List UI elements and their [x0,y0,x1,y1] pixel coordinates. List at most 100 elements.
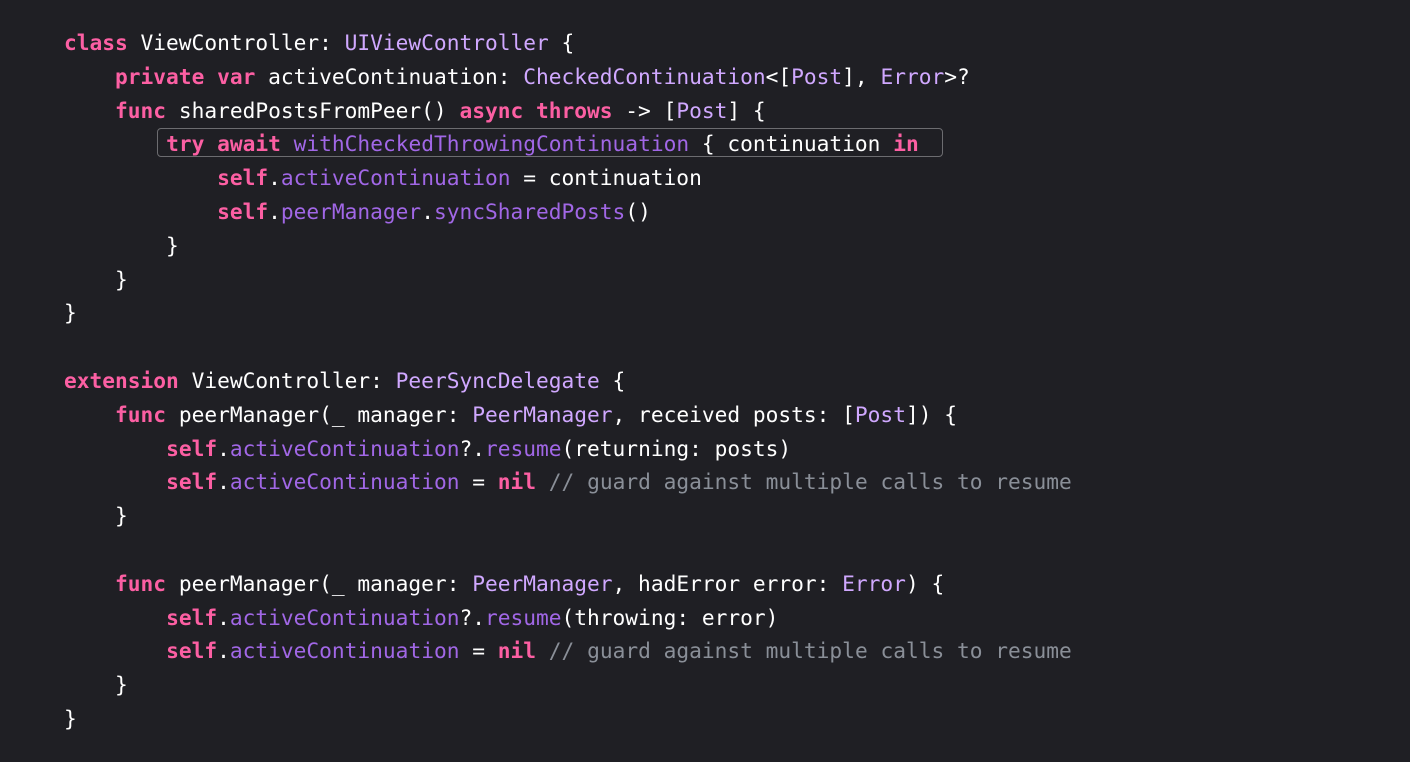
code-line: self.activeContinuation?.resume(throwing… [64,601,1072,635]
type-token: Post [854,401,906,427]
text-token: . [268,198,281,224]
type-token: PeerSyncDelegate [395,367,600,393]
code-line: } [64,499,1072,533]
text-token: } [64,672,128,698]
keyword-token: in [893,131,919,157]
text-token: ?. [459,435,485,461]
function-token: activeContinuation [280,165,511,191]
keyword-token: var [217,63,256,89]
function-token: syncSharedPosts [433,198,626,224]
keyword-token: self [166,638,218,664]
text-token: <[ [765,63,792,89]
text-token: ]) { [905,401,957,427]
code-block: class ViewController: UIViewController {… [64,26,1072,736]
text-token: = continuation [510,165,702,191]
keyword-token: self [166,435,218,461]
keyword-token: self [166,469,218,495]
text-token: (returning: posts) [561,435,792,461]
code-line: func sharedPostsFromPeer() async throws … [64,94,1072,128]
keyword-token: func [115,401,167,427]
code-line: self.peerManager.syncSharedPosts() [64,195,1072,229]
code-line: self.activeContinuation = nil // guard a… [64,465,1072,499]
keyword-token: extension [64,367,179,393]
text-token: sharedPostsFromPeer() [166,97,460,123]
function-token: activeContinuation [229,638,460,664]
text-token: } [64,503,128,529]
text-token: . [217,638,230,664]
code-line: extension ViewController: PeerSyncDelega… [64,364,1072,398]
text-token: { [548,30,575,55]
text-token: } [64,705,77,731]
text-token: ] { [727,97,766,123]
code-line: self.activeContinuation = nil // guard a… [64,634,1072,668]
keyword-token: nil [497,638,537,664]
code-line: func peerManager(_ manager: PeerManager,… [64,567,1072,601]
function-token: activeContinuation [229,469,460,495]
text-token: { continuation [689,131,894,157]
code-line: } [64,668,1072,702]
code-line: self.activeContinuation = continuation [64,161,1072,195]
type-token: Post [676,97,728,123]
type-token: UIViewController [344,30,549,55]
keyword-token: self [217,165,269,191]
function-token: withCheckedThrowingContinuation [293,131,690,157]
text-token: ) { [905,570,945,596]
text-token: = [459,638,498,664]
text-token: () [625,198,651,224]
keyword-token: try [166,131,205,157]
keyword-token: self [166,604,218,630]
keyword-token: await [217,131,281,157]
text-token: peerManager(_ manager: [166,570,473,596]
text-token: ViewController: [127,30,345,55]
function-token: activeContinuation [229,604,460,630]
text-token: { [599,367,626,393]
code-line: } [64,702,1072,736]
code-line: self.activeContinuation?.resume(returnin… [64,432,1072,466]
function-token: peerManager [280,198,422,224]
text-token: = [459,469,498,495]
code-viewer: { "editor": { "background": "#1f1f24", "… [0,0,1410,762]
function-token: resume [484,435,562,461]
text-token: (throwing: error) [561,604,779,630]
text-token: -> [ [612,97,677,123]
text-token: . [421,198,434,224]
keyword-token: private [115,63,205,89]
type-token: Post [791,63,843,89]
text-token: , hadError error: [612,570,843,596]
keyword-token: throws [536,97,613,123]
code-line: } [64,263,1072,297]
keyword-token: async [459,97,524,123]
text-token: ?. [459,604,485,630]
text-token: ViewController: [178,367,396,393]
comment-token: // guard against multiple calls to resum… [548,469,1072,495]
keyword-token: func [115,97,167,123]
text-token: } [64,300,77,326]
code-line: try await withCheckedThrowingContinuatio… [64,127,1072,161]
type-token: Error [880,63,945,89]
code-line: class ViewController: UIViewController { [64,26,1072,60]
text-token: } [64,232,179,258]
text-token: peerManager(_ manager: [166,401,473,427]
text-token: . [268,165,281,191]
code-line: private var activeContinuation: CheckedC… [64,60,1072,94]
text-token: , received posts: [ [612,401,855,427]
text-token: ], [842,63,881,89]
function-token: resume [484,604,562,630]
